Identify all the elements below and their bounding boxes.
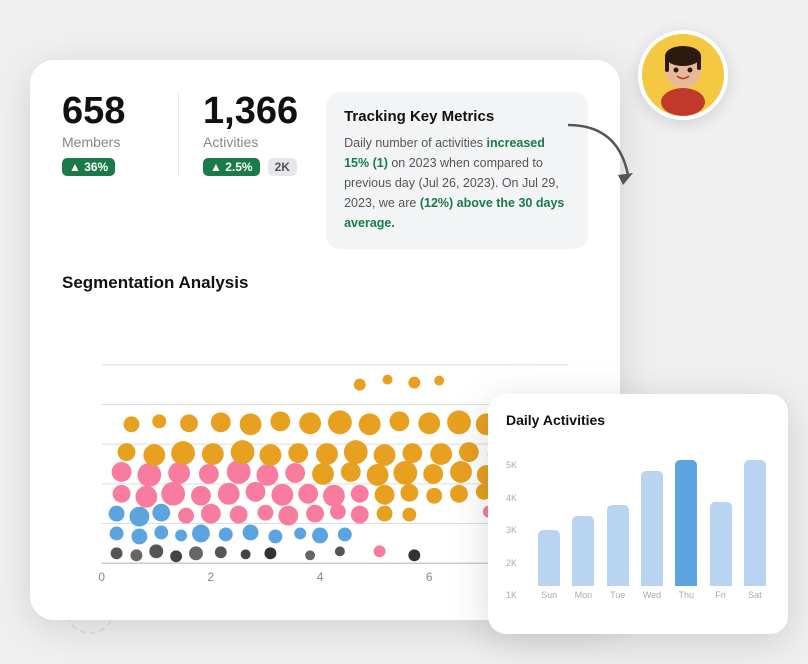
daily-activities-card: Daily Activities 5K 4K 3K 2K 1K Sun Mon Tu… xyxy=(488,394,788,634)
bar-col-sat: Sat xyxy=(740,460,770,600)
bar-label-fri: Fri xyxy=(715,590,726,600)
avatar-img xyxy=(642,34,724,116)
svg-text:4: 4 xyxy=(317,570,324,584)
y-label-1k: 1K xyxy=(506,590,517,600)
metrics-header: 658 Members ▲ 36% 1,366 Activities ▲ 2.5… xyxy=(62,92,588,249)
bar-label-sun: Sun xyxy=(541,590,557,600)
y-label-2k: 2K xyxy=(506,558,517,568)
bar-col-sun: Sun xyxy=(534,460,564,600)
bar-label-wed: Wed xyxy=(643,590,661,600)
svg-text:2: 2 xyxy=(208,570,215,584)
bar-thu xyxy=(675,460,697,586)
bar-col-wed: Wed xyxy=(637,460,667,600)
activities-badges: ▲ 2.5% 2K xyxy=(203,158,298,176)
y-label-3k: 3K xyxy=(506,525,517,535)
members-count: 658 xyxy=(62,92,162,130)
activities-label: Activities xyxy=(203,134,298,150)
bar-chart-inner: 5K 4K 3K 2K 1K Sun Mon Tue Wed Thu Fri Sat xyxy=(506,460,770,600)
tracking-title: Tracking Key Metrics xyxy=(344,108,570,125)
scene: 658 Members ▲ 36% 1,366 Activities ▲ 2.5… xyxy=(0,0,808,664)
bar-col-thu: Thu xyxy=(671,460,701,600)
y-label-5k: 5K xyxy=(506,460,517,470)
daily-title: Daily Activities xyxy=(506,412,770,428)
tracking-text: Daily number of activities increased 15%… xyxy=(344,133,570,233)
tracking-box: Tracking Key Metrics Daily number of act… xyxy=(326,92,588,249)
bar-col-fri: Fri xyxy=(705,460,735,600)
bar-sun xyxy=(538,530,560,586)
segmentation-title: Segmentation Analysis xyxy=(62,273,588,293)
bar-col-tue: Tue xyxy=(603,460,633,600)
activities-count: 1,366 xyxy=(203,92,298,130)
avatar-container xyxy=(638,30,728,120)
bar-fri xyxy=(710,502,732,586)
svg-text:6: 6 xyxy=(426,570,433,584)
arrow-decoration xyxy=(558,115,638,195)
activities-metric: 1,366 Activities ▲ 2.5% 2K xyxy=(178,92,298,176)
y-label-4k: 4K xyxy=(506,493,517,503)
bar-tue xyxy=(607,505,629,586)
svg-text:0: 0 xyxy=(98,570,105,584)
bar-label-thu: Thu xyxy=(679,590,695,600)
y-axis-labels: 5K 4K 3K 2K 1K xyxy=(506,460,517,600)
members-badge: ▲ 36% xyxy=(62,158,115,176)
bar-sat xyxy=(744,460,766,586)
bar-mon xyxy=(572,516,594,586)
members-badges: ▲ 36% xyxy=(62,158,162,176)
bar-label-sat: Sat xyxy=(748,590,762,600)
bar-label-tue: Tue xyxy=(610,590,625,600)
bar-col-mon: Mon xyxy=(568,460,598,600)
tracking-highlight2: (12%) above the 30 days average. xyxy=(344,196,564,230)
activities-badge2: 2K xyxy=(268,158,297,176)
bar-wed xyxy=(641,471,663,586)
activities-badge: ▲ 2.5% xyxy=(203,158,260,176)
members-label: Members xyxy=(62,134,162,150)
tracking-highlight1: increased 15% (1) xyxy=(344,136,545,170)
bar-chart-area: 5K 4K 3K 2K 1K Sun Mon Tue Wed Thu Fri Sat xyxy=(506,440,770,600)
bar-label-mon: Mon xyxy=(575,590,593,600)
members-metric: 658 Members ▲ 36% xyxy=(62,92,162,176)
